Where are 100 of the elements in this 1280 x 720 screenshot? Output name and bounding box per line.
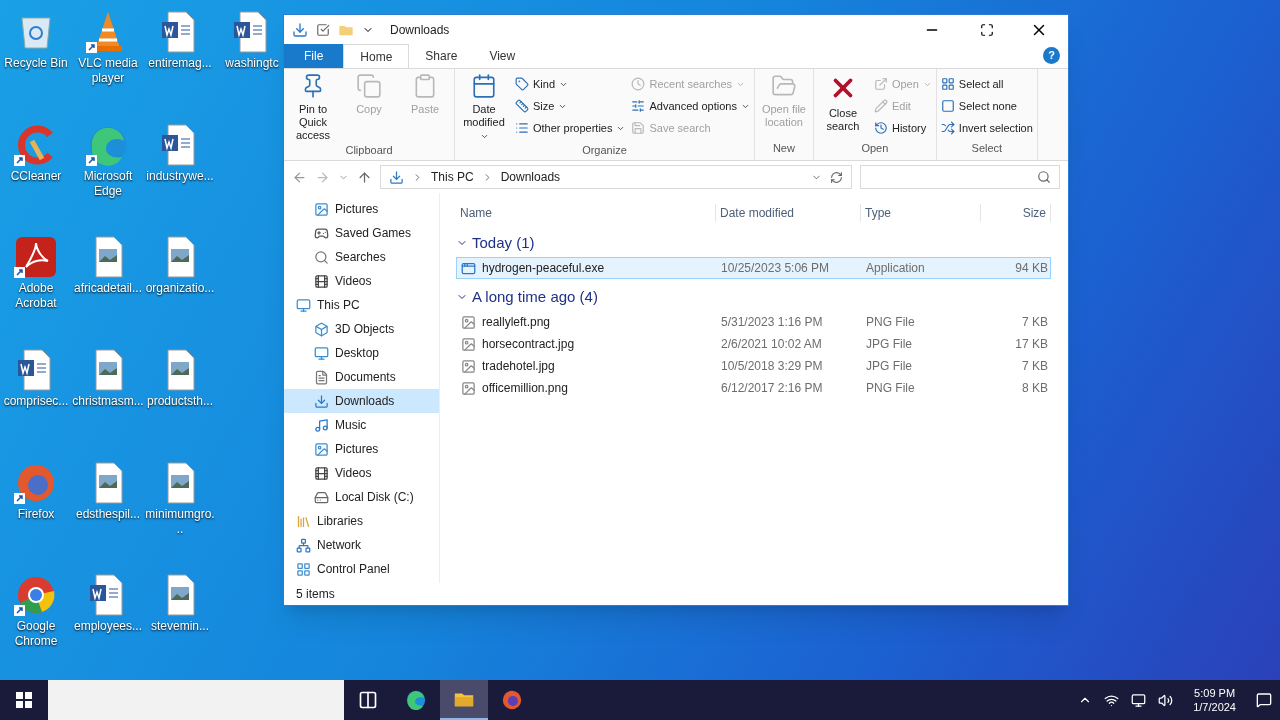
download-icon[interactable]: [292, 22, 308, 38]
ruler-icon: [515, 99, 529, 113]
image-file-icon: [461, 336, 476, 352]
type-cell-text: JPG File: [865, 358, 913, 375]
file-row[interactable]: reallyleft.png 5/31/2023 1:16 PM PNG File 7 KB: [456, 311, 1051, 333]
column-header[interactable]: Date modified: [716, 204, 861, 222]
date-cell-text: 10/5/2018 3:29 PM: [720, 358, 824, 375]
nav-item[interactable]: Saved Games: [284, 221, 439, 245]
download-icon: [389, 169, 404, 185]
nav-item[interactable]: Local Disk (C:): [284, 485, 439, 509]
task-view-icon[interactable]: [358, 690, 378, 710]
address-bar[interactable]: This PC Downloads: [380, 165, 852, 189]
pencil-icon: [873, 99, 888, 113]
file-name: tradehotel.jpg: [482, 358, 555, 375]
taskbar-search-field[interactable]: [48, 680, 344, 720]
image-file-icon: [461, 314, 476, 330]
nav-item[interactable]: Documents: [284, 365, 439, 389]
ribbon-tab[interactable]: File: [284, 44, 344, 68]
group-label: New: [771, 140, 796, 156]
nav-item[interactable]: Pictures: [284, 437, 439, 461]
maximize-icon[interactable]: [980, 23, 994, 37]
nav-item[interactable]: Network: [284, 533, 439, 557]
nav-item[interactable]: Downloads: [284, 389, 439, 413]
window-title: Downloads: [390, 22, 451, 39]
ribbon-button[interactable]: Close search: [817, 73, 868, 140]
cube-icon: [314, 321, 329, 337]
type-cell-text: PNG File: [865, 380, 916, 397]
network-icon[interactable]: [1104, 692, 1120, 708]
ribbon-button[interactable]: Date modified: [459, 73, 509, 142]
nav-item[interactable]: Libraries: [284, 509, 439, 533]
clock[interactable]: 5:09 PM 1/7/2024: [1185, 686, 1244, 714]
windows-icon: [16, 692, 32, 708]
file-name: horsecontract.jpg: [482, 336, 575, 353]
notification-icon[interactable]: [1256, 692, 1272, 708]
size-cell-text: 94 KB: [1014, 260, 1049, 277]
file-row[interactable]: horsecontract.jpg 2/6/2021 10:02 AM JPG File 17 KB: [456, 333, 1051, 355]
group-label: Organize: [581, 143, 628, 158]
file-row[interactable]: officemillion.png 6/12/2017 2:16 PM PNG File 8 KB: [456, 377, 1051, 399]
ribbon-tab[interactable]: Home: [343, 44, 410, 68]
file-name: hydrogen-peaceful.exe: [482, 260, 605, 277]
pictures-icon: [314, 441, 329, 457]
ribbon-tab[interactable]: View: [473, 44, 532, 68]
nav-item[interactable]: Videos: [284, 461, 439, 485]
size-cell-text: 7 KB: [1021, 314, 1049, 331]
nav-item[interactable]: This PC: [284, 293, 439, 317]
checkbox-icon[interactable]: [316, 23, 330, 37]
pictures-icon: [314, 201, 329, 217]
list-icon: [515, 121, 529, 135]
breadcrumb-item[interactable]: This PC: [431, 168, 474, 186]
group-header[interactable]: Today (1): [472, 231, 535, 255]
help-button[interactable]: ?: [1043, 47, 1060, 64]
shuffle-icon: [940, 121, 955, 135]
music-icon: [314, 417, 329, 433]
nav-item[interactable]: 3D Objects: [284, 317, 439, 341]
refresh-icon[interactable]: [830, 170, 843, 184]
desktop-icon-label[interactable]: stevemin...: [151, 619, 209, 635]
group-label: Open: [860, 140, 890, 156]
browser-icon[interactable]: [501, 689, 523, 711]
column-header[interactable]: Name: [456, 204, 716, 222]
nav-item[interactable]: Videos: [284, 269, 439, 293]
up-icon[interactable]: [357, 169, 372, 185]
nav-item[interactable]: Searches: [284, 245, 439, 269]
square-icon: [940, 99, 955, 113]
file-row[interactable]: tradehotel.jpg 10/5/2018 3:29 PM JPG File 7 KB: [456, 355, 1051, 377]
nav-item[interactable]: Desktop: [284, 341, 439, 365]
nav-item[interactable]: Control Panel: [284, 557, 439, 581]
volume-icon[interactable]: [1158, 692, 1174, 708]
size-cell-text: 7 KB: [1021, 358, 1049, 375]
breadcrumb-item[interactable]: Downloads: [500, 168, 561, 186]
clock-icon: [631, 77, 646, 91]
file-row[interactable]: hydrogen-peaceful.exe 10/25/2023 5:06 PM Application 94 KB: [456, 257, 1051, 279]
ribbon-tab[interactable]: Share: [409, 44, 474, 68]
type-cell-text: Application: [865, 260, 926, 277]
group-label: Select: [970, 140, 1004, 156]
browser-icon[interactable]: [405, 689, 427, 711]
back-icon[interactable]: [292, 169, 307, 185]
search-field[interactable]: [860, 165, 1060, 189]
type-cell-text: PNG File: [865, 314, 916, 331]
status-text: 5 items: [296, 586, 335, 603]
group-header[interactable]: A long time ago (4): [472, 285, 598, 309]
group-label: Clipboard: [344, 143, 394, 158]
search-icon: [314, 249, 329, 265]
ribbon-button[interactable]: Pin to Quick access: [288, 73, 338, 142]
file-name: officemillion.png: [482, 380, 568, 397]
document-icon: [314, 369, 329, 385]
copy-icon: [356, 73, 382, 99]
film-icon: [314, 273, 329, 289]
display-icon[interactable]: [1131, 692, 1147, 708]
date-cell-text: 6/12/2017 2:16 PM: [720, 380, 824, 397]
monitor-icon: [296, 297, 311, 313]
column-header[interactable]: Size: [981, 204, 1051, 222]
history-icon: [873, 121, 888, 135]
nav-item[interactable]: Music: [284, 413, 439, 437]
nav-item[interactable]: Pictures: [284, 197, 439, 221]
type-cell-text: JPG File: [865, 336, 913, 353]
search-icon: [1037, 170, 1051, 184]
date-cell-text: 10/25/2023 5:06 PM: [720, 260, 831, 277]
date-cell-text: 2/6/2021 10:02 AM: [720, 336, 823, 353]
monitor-icon: [314, 345, 329, 361]
column-header[interactable]: Type: [861, 204, 981, 222]
